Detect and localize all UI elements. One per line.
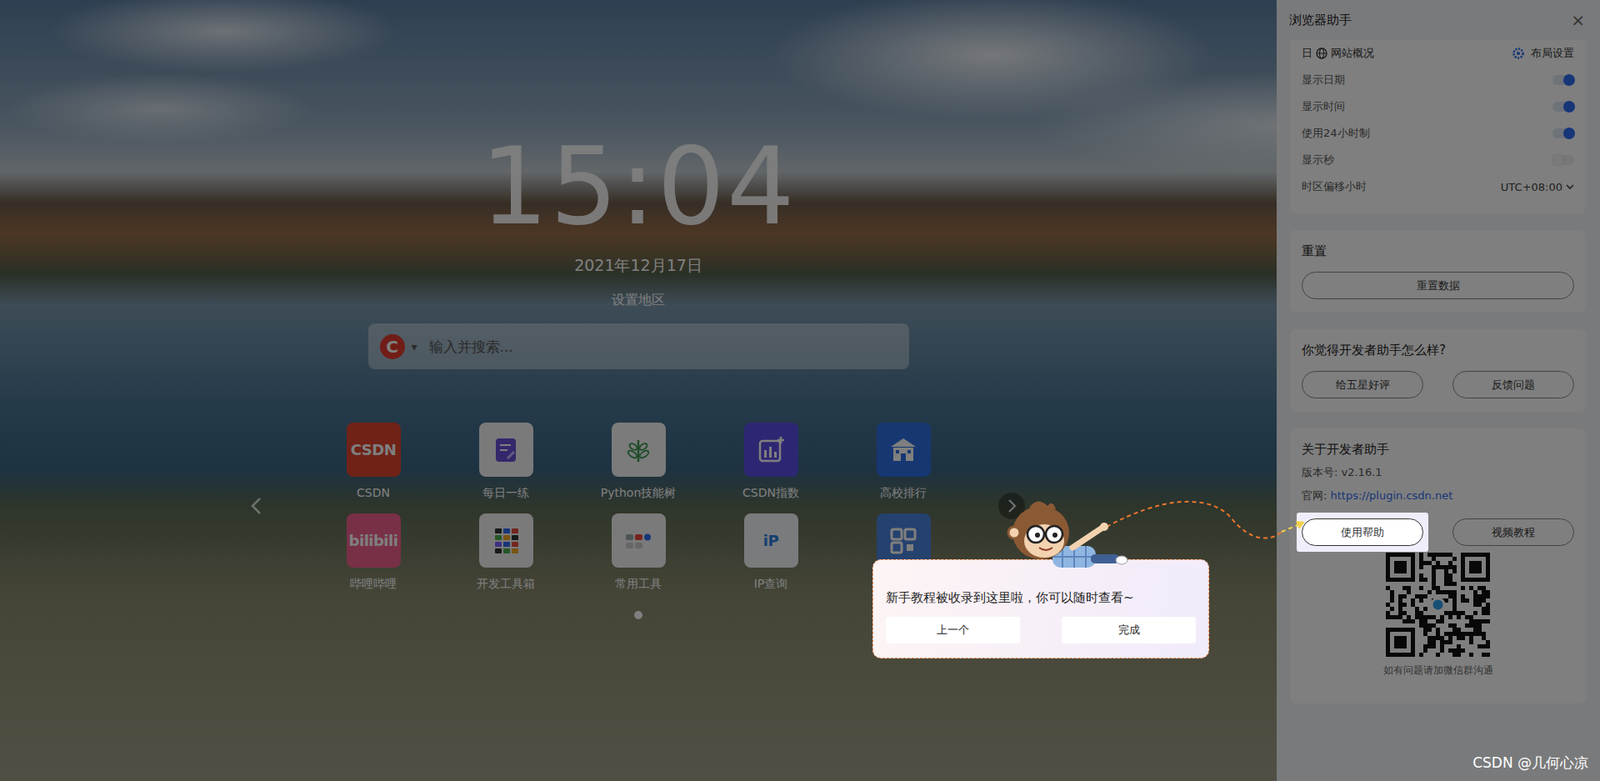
tour-button[interactable]: 上一个: [885, 616, 1020, 644]
tour-overlay: [0, 0, 1600, 781]
about-button[interactable]: 使用帮助: [1301, 518, 1424, 546]
tour-button[interactable]: 完成: [1061, 616, 1196, 644]
tour-message: 新手教程被收录到这里啦，你可以随时查看~: [885, 588, 1196, 607]
watermark: CSDN @几何心凉: [1472, 753, 1589, 773]
tour-popup: 新手教程被收录到这里啦，你可以随时查看~ 上一个 完成: [872, 559, 1210, 659]
highlight-box: 使用帮助: [1296, 512, 1429, 552]
monkey-mascot-icon: [1004, 495, 1130, 588]
